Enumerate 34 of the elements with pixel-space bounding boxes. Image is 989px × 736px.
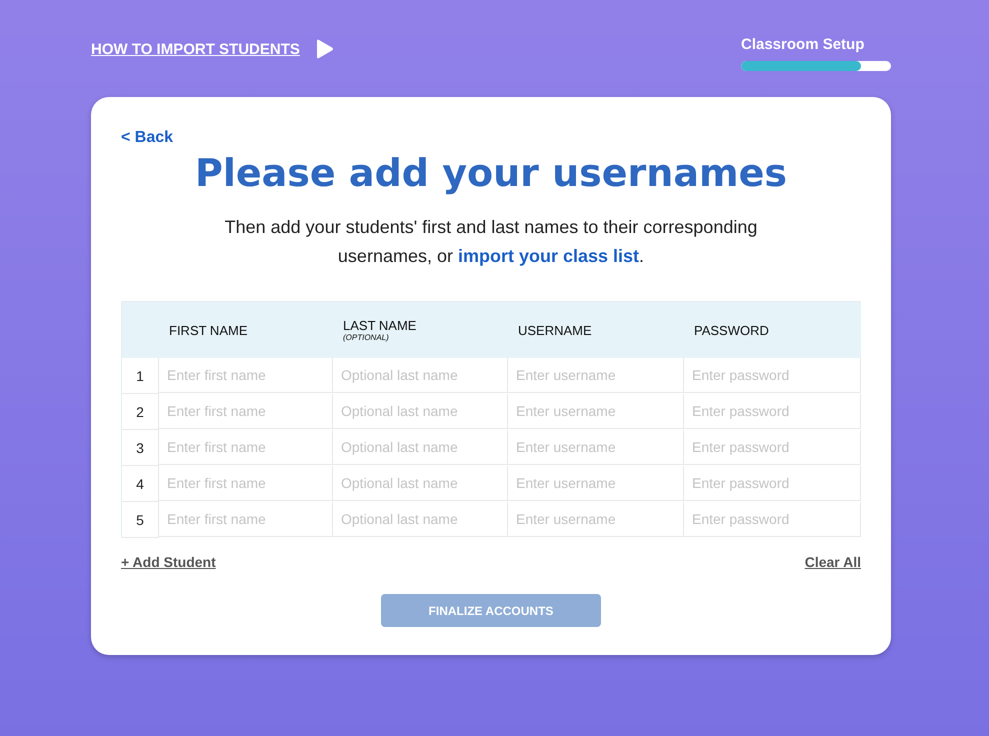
column-header: LAST NAME xyxy=(343,318,418,333)
input-field[interactable]: Enter first name xyxy=(159,466,333,501)
input-field[interactable]: Enter first name xyxy=(159,358,333,393)
progress-label: Classroom Setup xyxy=(741,36,866,53)
input-field[interactable]: Optional last name xyxy=(333,358,508,393)
clear-all-link[interactable]: Clear All xyxy=(804,554,861,570)
page-title: Please add your usernames xyxy=(194,151,788,195)
add-student-link[interactable]: + Add Student xyxy=(121,554,216,570)
column-header: USERNAME xyxy=(518,322,593,338)
input-field[interactable]: Enter first name xyxy=(159,394,333,429)
intro-text: Then add your students' first and last names to their corresponding usernames, or import your class list. xyxy=(224,216,758,268)
input-field[interactable]: Enter password xyxy=(684,502,861,537)
column-note: (OPTIONAL) xyxy=(343,333,390,342)
input-field[interactable]: Enter username xyxy=(508,394,684,429)
input-field[interactable]: Enter username xyxy=(508,430,684,465)
column-header: FIRST NAME xyxy=(169,322,248,338)
input-field[interactable]: Enter password xyxy=(684,430,861,465)
input-field[interactable]: Optional last name xyxy=(333,466,508,501)
input-field[interactable]: Optional last name xyxy=(333,394,508,429)
input-field[interactable]: Enter username xyxy=(508,466,684,501)
input-field[interactable]: Enter password xyxy=(684,466,861,501)
input-field[interactable]: Enter first name xyxy=(159,502,333,537)
guide-link-text[interactable]: HOW TO IMPORT STUDENTS xyxy=(91,40,300,58)
import-link[interactable]: import your class list xyxy=(458,246,640,266)
column-header: PASSWORD xyxy=(694,322,770,338)
guide-link[interactable]: HOW TO IMPORT STUDENTS xyxy=(91,39,334,59)
input-field[interactable]: Enter username xyxy=(508,358,684,393)
input-field[interactable]: Optional last name xyxy=(333,430,508,465)
input-field[interactable]: Enter password xyxy=(684,358,861,393)
input-field[interactable]: Optional last name xyxy=(333,502,508,537)
input-field[interactable]: Enter username xyxy=(508,502,684,537)
input-field[interactable]: Enter first name xyxy=(159,430,333,465)
back-link[interactable]: < Back xyxy=(121,129,174,147)
input-field[interactable]: Enter password xyxy=(684,394,861,429)
